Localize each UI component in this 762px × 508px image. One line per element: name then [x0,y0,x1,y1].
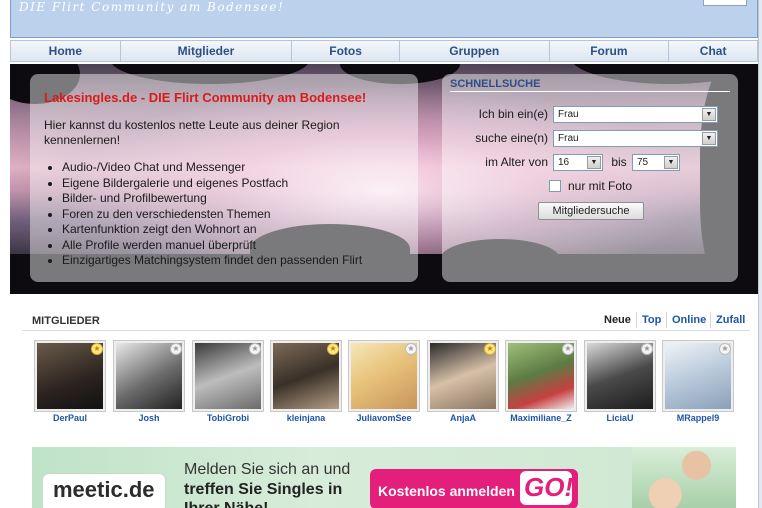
age-to-label: bis [611,155,627,169]
hero-title: Lakesingles.de - DIE Flirt Community am … [44,90,367,105]
age-from-select[interactable]: 16 ▼ [553,154,603,171]
star-icon: ★ [562,343,574,355]
member-name[interactable]: TobiGrobi [186,413,270,423]
ad-cta-label: Kostenlos anmelden [378,483,515,499]
member-name[interactable]: JuliavomSee [342,413,426,423]
member-name[interactable]: Josh [107,413,191,423]
nav-gruppen[interactable]: Gruppen [400,41,550,61]
hero-intro: Hier kannst du kostenlos nette Leute aus… [44,118,340,147]
feature-item: Alle Profile werden manuel überprüft [62,238,412,254]
tab-zufall[interactable]: Zufall [716,314,745,326]
star-icon: ★ [719,343,731,355]
feature-item: Eigene Bildergalerie und eigenes Postfac… [62,176,412,192]
feature-item: Bilder- und Profilbewertung [62,191,412,207]
members-divider [22,330,750,331]
age-to-select[interactable]: 75 ▼ [632,154,680,171]
header-slogan: DIE Flirt Community am Bodensee! [19,0,285,14]
member-name[interactable]: DerPaul [28,413,112,423]
member-name[interactable]: Maximiliane_Z [499,413,583,423]
quicksearch-title: SCHNELLSUCHE [450,78,541,90]
photo-only-label: nur mit Foto [568,179,633,193]
star-icon: ★ [327,343,339,355]
main-nav: Home Mitglieder Fotos Gruppen Forum Chat [10,40,758,62]
member-name[interactable]: LiciaU [578,413,662,423]
meetic-logo: meetic.de [42,473,166,508]
nav-mitglieder[interactable]: Mitglieder [121,41,293,61]
member-name[interactable]: AnjaA [421,413,505,423]
site-header: DIE Flirt Community am Bodensee! [10,0,758,38]
ad-signup-button[interactable]: Kostenlos anmelden GO! [370,469,578,508]
i-am-label: Ich bin ein(e) [478,107,548,121]
nav-home[interactable]: Home [11,41,121,61]
ad-text-line1: Melden Sie sich an und [184,461,351,478]
i-am-select[interactable]: Frau ▼ [553,106,718,123]
quicksearch-divider [450,91,730,92]
member-name[interactable]: kleinjana [264,413,348,423]
chevron-down-icon: ▼ [702,108,716,121]
i-am-value: Frau [558,109,579,120]
nav-forum[interactable]: Forum [550,41,670,61]
tab-top[interactable]: Top [642,314,661,326]
member-search-button[interactable]: Mitgliedersuche [538,202,644,220]
feature-item: Kartenfunktion zeigt den Wohnort an [62,222,412,238]
star-icon: ★ [641,343,653,355]
chevron-down-icon: ▼ [587,156,601,169]
age-label: im Alter von [485,155,548,169]
age-to-value: 75 [637,157,649,168]
meetic-ad-banner[interactable]: meetic.de Melden Sie sich an und treffen… [32,447,736,508]
star-icon: ★ [249,343,261,355]
nav-fotos[interactable]: Fotos [292,41,400,61]
star-icon: ★ [484,343,496,355]
hero-banner: Lakesingles.de - DIE Flirt Community am … [10,64,758,294]
star-icon: ★ [170,343,182,355]
ad-go-label: GO! [524,472,574,502]
go-badge: GO! [520,471,574,505]
member-name[interactable]: MRappel9 [656,413,740,423]
nav-chat[interactable]: Chat [669,41,757,61]
feature-list: Audio-/Video Chat und Messenger Eigene B… [62,160,412,269]
ad-text-line3: Ihrer Nähe! [184,500,268,508]
feature-item: Einzigartiges Matchingsystem findet den … [62,253,412,269]
photo-only-checkbox[interactable] [549,180,561,192]
chevron-down-icon: ▼ [664,156,678,169]
chevron-down-icon: ▼ [702,132,716,145]
ad-couple-image [632,447,736,508]
members-title: MITGLIEDER [32,315,100,327]
feature-item: Audio-/Video Chat und Messenger [62,160,412,176]
feature-item: Foren zu den verschiedensten Themen [62,207,412,223]
star-icon: ★ [405,343,417,355]
seeking-value: Frau [558,133,579,144]
tab-online[interactable]: Online [672,314,706,326]
seeking-label: suche eine(n) [475,131,548,145]
tab-neue[interactable]: Neue [604,314,631,326]
ad-text-line2: treffen Sie Singles in [184,481,343,498]
age-from-value: 16 [558,157,570,168]
window-edge [758,0,762,508]
ad-logo-text: meetic.de [53,477,155,502]
header-login-box[interactable] [703,0,747,6]
seeking-select[interactable]: Frau ▼ [553,130,718,147]
star-icon: ★ [91,343,103,355]
page: DIE Flirt Community am Bodensee! Home Mi… [0,0,762,508]
